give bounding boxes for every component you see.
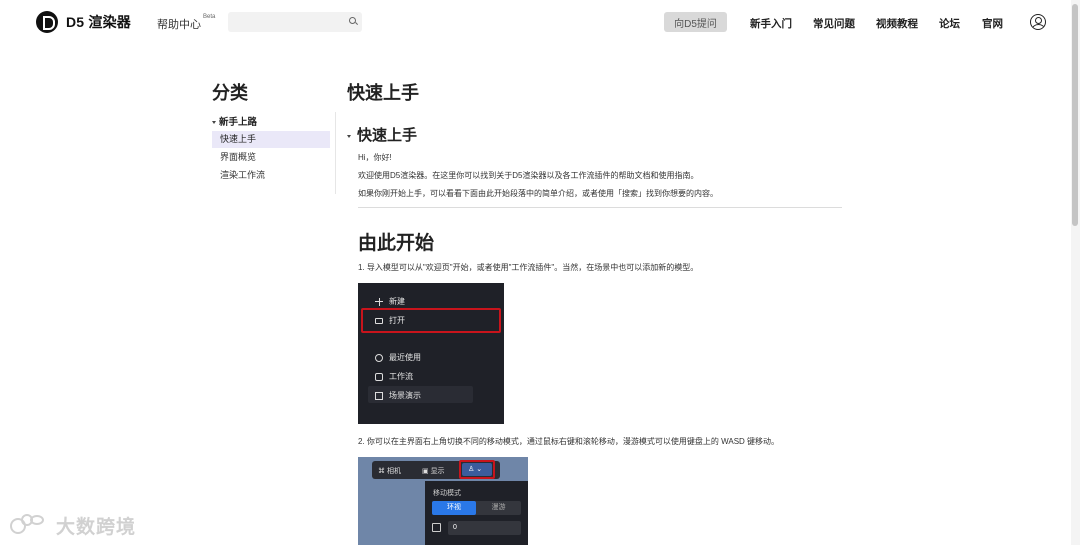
logo-text: D5 渲染器 (66, 14, 131, 30)
menu-item-recent-label: 最近使用 (389, 353, 421, 362)
menu-item-new: 新建 (375, 296, 405, 307)
beta-badge: Beta (203, 14, 216, 20)
mode-segment: 环视 漫游 (432, 501, 521, 515)
menu-item-workflow-label: 工作流 (389, 372, 413, 381)
intro-paragraph-1: 欢迎使用D5渲染器。在这里你可以找到关于D5渲染器以及各工作流插件的帮助文档和使… (358, 171, 699, 180)
search-input[interactable] (228, 12, 362, 32)
orbit-option: 环视 (432, 501, 476, 515)
display-label: 显示 (430, 468, 445, 475)
greeting-text: Hi，你好! (358, 153, 392, 162)
heading-start-here: 由此开始 (358, 233, 435, 254)
menu-item-scene-demo-label: 场景演示 (389, 391, 421, 400)
highlight-box (361, 308, 501, 333)
logo[interactable]: D5 渲染器 (36, 11, 131, 33)
top-navbar: D5 渲染器 帮助中心 Beta 向D5提问 新手入门 常见问题 视频教程 论坛… (0, 0, 1070, 44)
watermark: 大数跨境 (8, 512, 136, 539)
display-item: ▣ 显示 (422, 468, 445, 475)
sidebar-title: 分类 (212, 83, 248, 103)
step-1-text: 1. 导入模型可以从"欢迎页"开始，或者使用"工作流插件"。当然，在场景中也可以… (358, 263, 699, 272)
nav-link-video-tutorials[interactable]: 视频教程 (876, 16, 918, 31)
sidebar-item-interface-overview[interactable]: 界面概览 (212, 149, 330, 166)
speed-row: 0 (432, 521, 521, 535)
workflow-icon (375, 372, 383, 381)
menu-item-workflow: 工作流 (375, 371, 413, 382)
move-mode-panel: 移动模式 环视 漫游 0 (425, 481, 528, 545)
page-scrollbar[interactable] (1071, 0, 1080, 545)
nav-link-faq[interactable]: 常见问题 (813, 16, 855, 31)
menu-item-new-label: 新建 (389, 297, 405, 306)
move-mode-label: 移动模式 (433, 490, 461, 497)
plus-icon (375, 297, 383, 306)
watermark-logo-icon (8, 513, 50, 538)
caret-down-icon (212, 120, 216, 124)
section-title[interactable]: 快速上手 (347, 124, 417, 145)
menu-item-scene-demo: 场景演示 (375, 390, 421, 401)
roam-option: 漫游 (491, 504, 506, 511)
intro-paragraph-2: 如果你刚开始上手，可以看看下面由此开始段落中的简单介绍，或者使用「搜索」找到你想… (358, 189, 718, 198)
camera-item: ⌘ 相机 (378, 468, 401, 475)
sidebar-divider (335, 112, 336, 194)
search-icon[interactable] (349, 17, 356, 24)
page: D5 渲染器 帮助中心 Beta 向D5提问 新手入门 常见问题 视频教程 论坛… (0, 0, 1080, 545)
watermark-text: 大数跨境 (56, 517, 137, 538)
camera-label: 相机 (386, 468, 401, 475)
scene-icon (375, 391, 383, 400)
speed-icon (432, 523, 441, 532)
sidebar-group-label: 新手上路 (219, 117, 258, 128)
nav-link-forum[interactable]: 论坛 (939, 16, 960, 31)
help-center-link[interactable]: 帮助中心 (157, 16, 201, 32)
scrollbar-thumb[interactable] (1072, 4, 1078, 226)
screenshot-welcome-menu: 新建 打开 最近使用 工作流 场景演示 (358, 283, 504, 424)
step-2-text: 2. 你可以在主界面右上角切换不同的移动模式，通过鼠标右键和滚轮移动，漫游模式可… (358, 437, 780, 446)
ask-d5-button[interactable]: 向D5提问 (664, 12, 727, 32)
page-title: 快速上手 (347, 83, 419, 103)
clock-icon (375, 353, 383, 362)
sidebar-group-getting-started[interactable]: 新手上路 (212, 114, 257, 128)
user-account-icon[interactable] (1030, 14, 1046, 30)
nav-link-getting-started[interactable]: 新手入门 (750, 16, 792, 31)
highlight-box (459, 460, 495, 479)
d5-logo-icon (36, 11, 58, 33)
sidebar-item-render-workflow[interactable]: 渲染工作流 (212, 167, 330, 184)
section-title-text: 快速上手 (357, 127, 418, 144)
speed-value: 0 (448, 521, 521, 535)
menu-item-recent: 最近使用 (375, 352, 421, 363)
caret-down-icon (347, 134, 351, 138)
section-divider (358, 207, 842, 208)
sidebar-item-quick-start[interactable]: 快速上手 (212, 131, 330, 148)
nav-link-official-site[interactable]: 官网 (982, 16, 1003, 31)
screenshot-move-mode: ⌘ 相机 ▣ 显示 ♙ ⌄ 移动模式 环视 漫游 0 (358, 457, 528, 545)
